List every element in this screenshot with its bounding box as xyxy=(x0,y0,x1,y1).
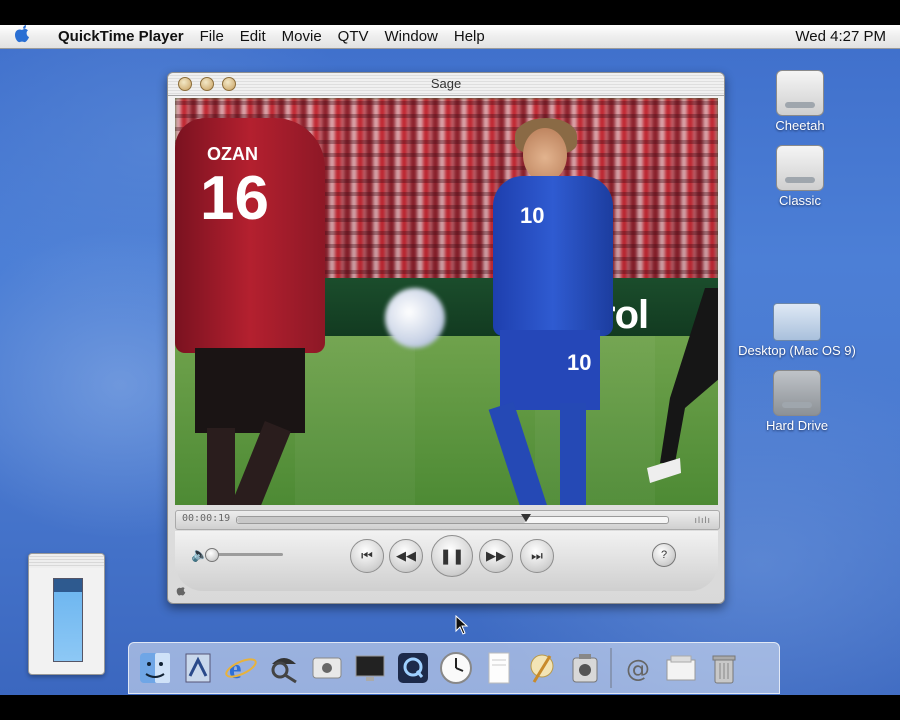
video-player-blue: 10 10 xyxy=(475,118,650,505)
fast-forward-button[interactable]: ▶▶ xyxy=(479,539,513,573)
desktop-icon-cheetah[interactable]: Cheetah xyxy=(730,70,870,133)
rewind-button[interactable]: ◀◀ xyxy=(389,539,423,573)
apple-icon xyxy=(176,585,186,599)
go-to-start-button[interactable]: ⏮ xyxy=(350,539,384,573)
volume-knob[interactable] xyxy=(205,548,219,562)
red-leg xyxy=(207,428,235,505)
red-shorts xyxy=(195,348,305,433)
window-titlebar[interactable]: Sage xyxy=(168,73,724,96)
video-ball xyxy=(385,288,445,348)
sherlock-icon[interactable] xyxy=(262,646,305,690)
audio-level-meter: ılılı xyxy=(694,515,711,525)
mail-icon[interactable] xyxy=(176,646,219,690)
blue-jersey-number: 10 xyxy=(520,203,545,228)
menu-edit[interactable]: Edit xyxy=(232,28,274,45)
menubar-clock[interactable]: Wed 4:27 PM xyxy=(795,28,900,45)
progress-fill xyxy=(237,517,526,523)
dock: e @ xyxy=(128,642,780,694)
hard-disk-icon xyxy=(776,145,824,191)
menu-window[interactable]: Window xyxy=(377,28,446,45)
desktop-icon-classic[interactable]: Classic xyxy=(730,145,870,208)
desktop-icon-label: Classic xyxy=(779,193,821,208)
documents-icon[interactable] xyxy=(659,646,702,690)
window-title: Sage xyxy=(430,76,462,91)
menu-app-name[interactable]: QuickTime Player xyxy=(44,28,192,45)
internet-explorer-icon[interactable]: e xyxy=(219,646,262,690)
quicktime-icon[interactable] xyxy=(391,646,434,690)
clock-icon[interactable] xyxy=(434,646,477,690)
menu-movie[interactable]: Movie xyxy=(274,28,330,45)
blue-shirt xyxy=(493,176,613,336)
menu-help[interactable]: Help xyxy=(446,28,493,45)
hard-disk-icon xyxy=(776,70,824,116)
finder-icon[interactable] xyxy=(133,646,176,690)
dock-separator xyxy=(610,648,612,688)
video-frame[interactable]: rol OZAN 16 10 10 xyxy=(175,98,718,505)
minimized-window[interactable] xyxy=(28,553,105,675)
menubar: QuickTime Player File Edit Movie QTV Win… xyxy=(0,25,900,49)
svg-text:@: @ xyxy=(626,655,650,683)
desktop: QuickTime Player File Edit Movie QTV Win… xyxy=(0,25,900,695)
red-leg xyxy=(231,421,291,505)
mouse-cursor-icon xyxy=(455,615,469,635)
playhead-handle[interactable] xyxy=(520,514,531,522)
blue-leg xyxy=(488,401,548,505)
quicktime-window: Sage rol OZAN 16 10 10 00:00:19 ılılı 🔈 … xyxy=(167,72,725,604)
app-icon[interactable] xyxy=(563,646,606,690)
blue-leg xyxy=(560,403,586,505)
desktop-icon-hard-drive[interactable]: Hard Drive xyxy=(727,370,867,433)
pause-button[interactable]: ❚❚ xyxy=(431,535,473,577)
menu-file[interactable]: File xyxy=(192,28,232,45)
video-third-player-leg xyxy=(647,288,718,483)
help-icon[interactable]: ? xyxy=(652,543,676,567)
level-meter xyxy=(53,578,83,662)
desktop-icon-label: Cheetah xyxy=(775,118,825,133)
at-sign-icon[interactable]: @ xyxy=(616,646,659,690)
trash-icon[interactable] xyxy=(702,646,745,690)
hard-disk-icon xyxy=(773,370,821,416)
red-jersey-name: OZAN xyxy=(207,144,258,164)
svg-text:e: e xyxy=(229,654,241,685)
menu-qtv[interactable]: QTV xyxy=(330,28,377,45)
desktop-icon-label: Desktop (Mac OS 9) xyxy=(738,343,856,358)
progress-track[interactable] xyxy=(236,514,669,524)
monitor-icon[interactable] xyxy=(348,646,391,690)
apple-system-prefs-icon[interactable] xyxy=(305,646,348,690)
desktop-icon-label: Hard Drive xyxy=(765,418,829,433)
apple-icon[interactable] xyxy=(0,25,44,48)
pencil-icon[interactable] xyxy=(520,646,563,690)
video-player-red: OZAN 16 xyxy=(175,118,330,505)
mini-window-titlebar[interactable] xyxy=(29,554,104,568)
folder-icon xyxy=(773,303,821,341)
timecode-display: 00:00:19 xyxy=(182,513,231,524)
go-to-end-button[interactable]: ⏭ xyxy=(520,539,554,573)
desktop-icon-desktop-os9[interactable]: Desktop (Mac OS 9) xyxy=(727,295,867,358)
textedit-icon[interactable] xyxy=(477,646,520,690)
volume-slider[interactable] xyxy=(205,548,283,562)
red-jersey-number: 16 xyxy=(200,164,269,233)
blue-shorts-number: 10 xyxy=(567,350,592,375)
blue-head xyxy=(523,128,567,182)
control-panel: 🔈 ⏮ ◀◀ ❚❚ ▶▶ ⏭ ? xyxy=(175,531,718,591)
time-slider-bar[interactable]: 00:00:19 ılılı xyxy=(175,510,720,530)
